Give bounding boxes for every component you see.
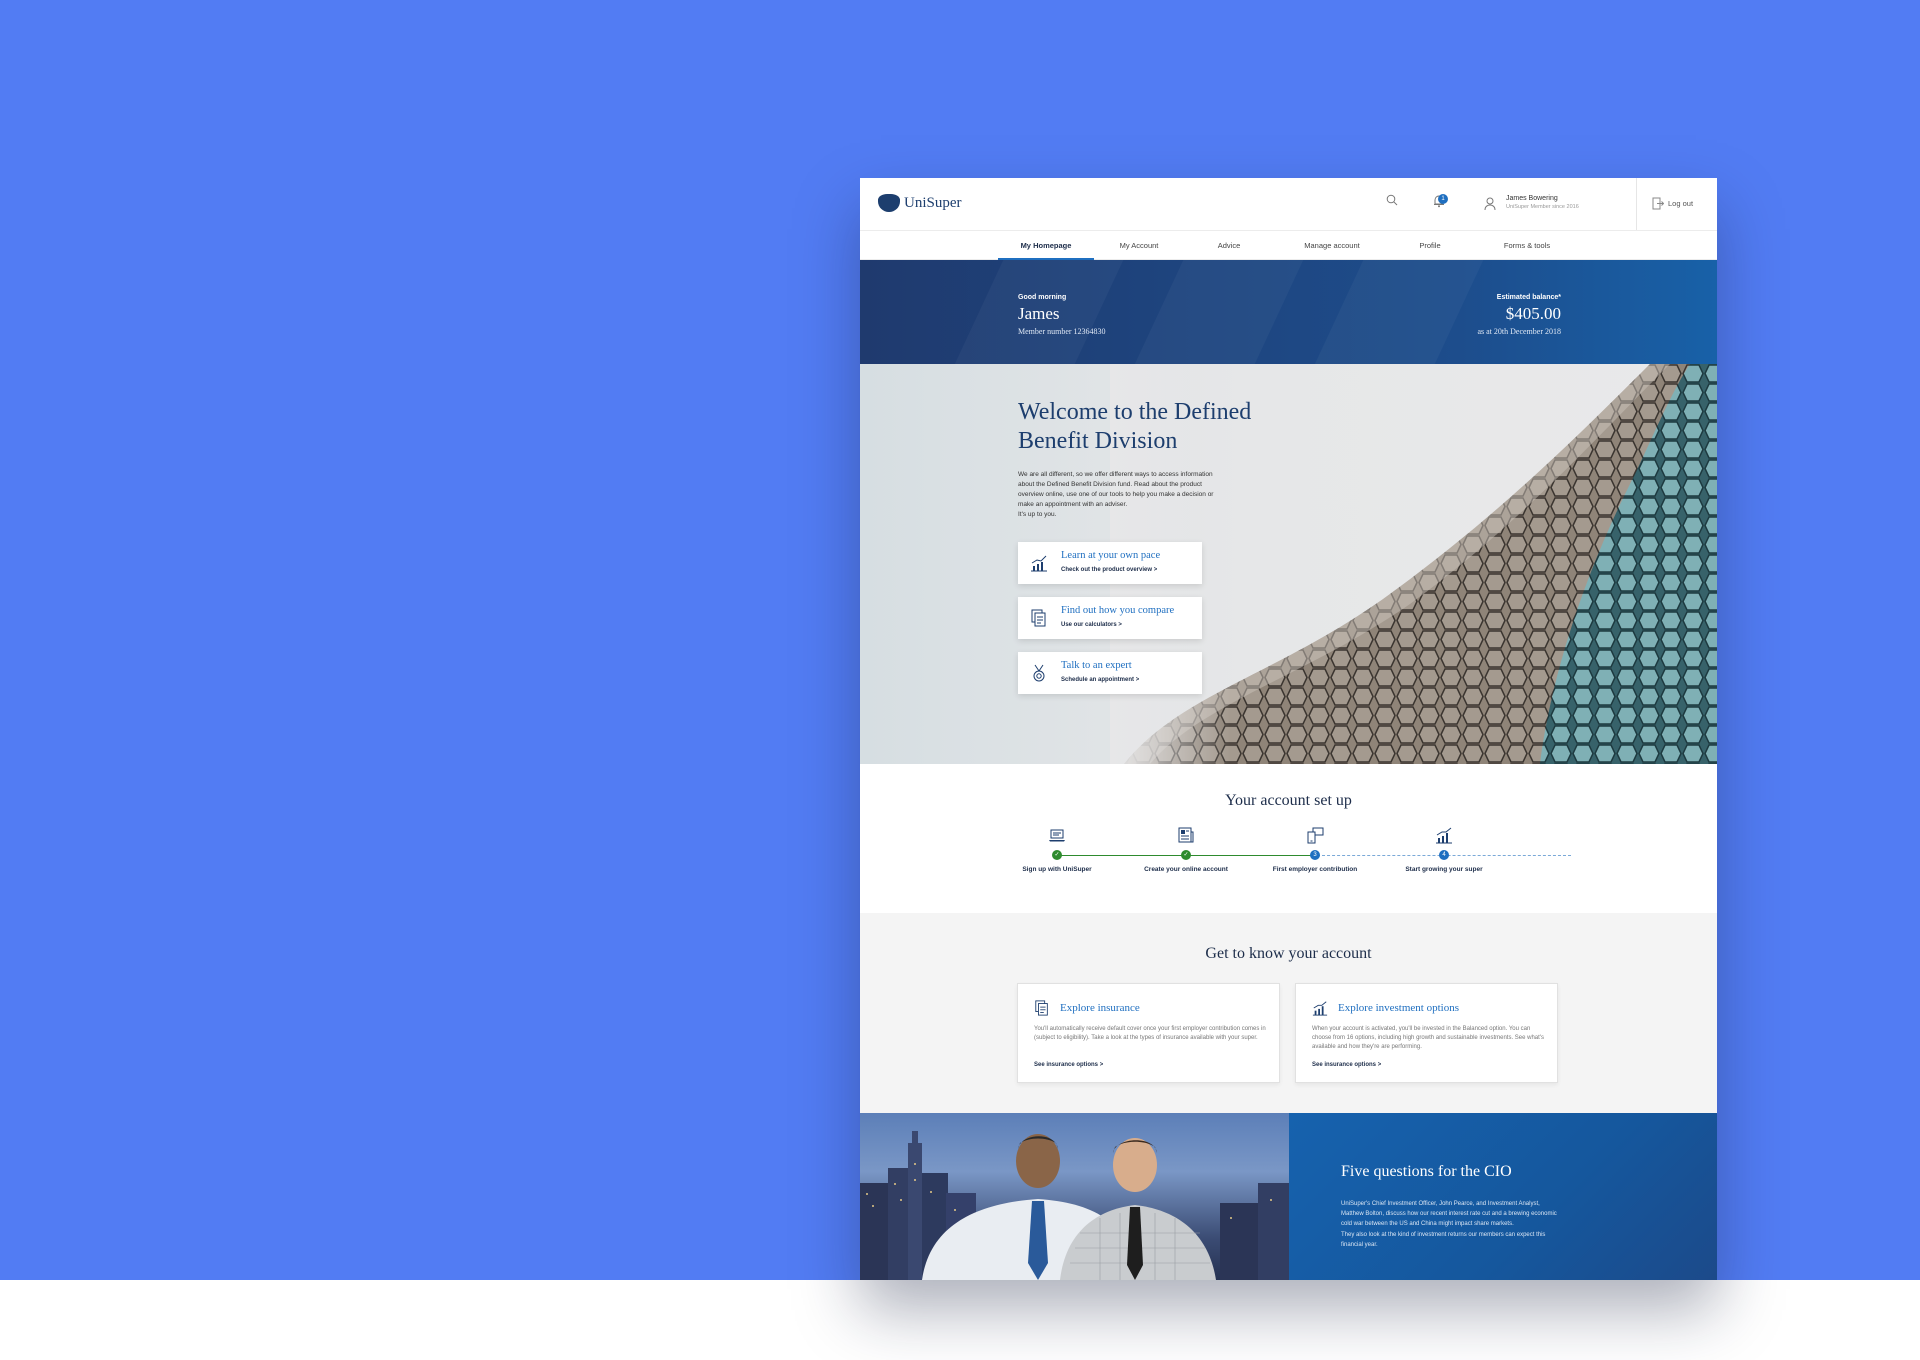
setup-step: 3 First employer contribution <box>1255 826 1375 873</box>
card-link-text: Check out the product overview <box>1061 567 1153 573</box>
hero-body-line: about the Defined Benefit Division fund.… <box>1018 481 1202 488</box>
card-link-text: Use our calculators <box>1061 622 1117 628</box>
card-body: You'll automatically receive default cov… <box>1034 1026 1266 1041</box>
nav-advice[interactable]: Advice <box>1184 231 1274 260</box>
cio-video-thumbnail[interactable] <box>860 1113 1289 1280</box>
balance-value: $405.00 <box>1505 304 1561 323</box>
chevron-right-icon: > <box>1377 1062 1382 1068</box>
website-mockup: UniSuper 1 James Bowering UniSuper Membe… <box>860 178 1717 1280</box>
user-name[interactable]: James Bowering <box>1506 195 1558 202</box>
newspaper-icon <box>1178 827 1194 843</box>
unisuper-logo-mark <box>878 194 900 212</box>
card-title: Find out how you compare <box>1061 605 1175 616</box>
greeting-banner: Good morning James Member number 1236483… <box>860 260 1717 364</box>
hero-body-line: overview online, use one of our tools to… <box>1018 491 1214 498</box>
get-to-know-title: Get to know your account <box>1205 945 1372 962</box>
step-number-marker: 3 <box>1310 850 1320 860</box>
card-link-text: See insurance options <box>1312 1062 1377 1068</box>
card-link[interactable]: See insurance options > <box>1034 1062 1103 1068</box>
site-header: UniSuper 1 James Bowering UniSuper Membe… <box>860 178 1717 230</box>
card-link[interactable]: Schedule an appointment > <box>1061 677 1139 683</box>
member-first-name: James <box>1018 304 1060 323</box>
card-body: When your account is activated, you'll b… <box>1312 1026 1544 1050</box>
growth-chart-icon <box>1312 1001 1328 1016</box>
laptop-icon <box>1049 829 1065 842</box>
expert-card[interactable]: Talk to an expert Schedule an appointmen… <box>1018 652 1202 694</box>
city-skyline-photo <box>860 1131 1289 1280</box>
hero-body-line: make an appointment with an adviser. <box>1018 501 1128 508</box>
card-link[interactable]: See insurance options > <box>1312 1062 1381 1068</box>
card-title: Explore investment options <box>1338 1002 1459 1014</box>
devices-icon <box>1307 827 1324 844</box>
nav-my-homepage[interactable]: My Homepage <box>998 231 1094 260</box>
nav-my-account[interactable]: My Account <box>1094 231 1184 260</box>
step-label: Sign up with UniSuper <box>1022 866 1092 873</box>
investment-card[interactable]: Explore investment options When your acc… <box>1295 983 1558 1083</box>
notification-badge: 1 <box>1438 194 1448 204</box>
step-label: Start growing your super <box>1405 866 1483 873</box>
chevron-right-icon: > <box>1118 622 1122 628</box>
card-link[interactable]: Use our calculators > <box>1061 622 1122 628</box>
balance-date: as at 20th December 2018 <box>1477 327 1561 336</box>
card-link-text: Schedule an appointment <box>1061 677 1135 683</box>
banner-decoration <box>1298 260 1502 364</box>
documents-icon <box>1031 609 1046 627</box>
card-link[interactable]: Check out the product overview > <box>1061 567 1157 573</box>
account-setup-section: Your account set up ✓ Sign up with UniSu… <box>860 764 1717 913</box>
cio-title: Five questions for the CIO <box>1341 1163 1512 1180</box>
step-label: First employer contribution <box>1272 866 1358 873</box>
logout-button[interactable]: Log out <box>1668 199 1693 208</box>
step-number-marker: 4 <box>1439 850 1449 860</box>
setup-step: ✓ Create your online account <box>1126 826 1246 873</box>
main-nav: My Homepage My Account Advice Manage acc… <box>860 230 1717 260</box>
growth-chart-icon <box>1031 555 1047 572</box>
header-divider <box>1636 178 1637 230</box>
card-link-text: See insurance options <box>1034 1062 1099 1068</box>
cio-paragraph: UniSuper's Chief Investment Officer, Joh… <box>1341 1201 1557 1227</box>
hero-section: Welcome to the Defined Benefit Division … <box>860 364 1717 764</box>
cio-description: UniSuper's Chief Investment Officer, Joh… <box>1341 1199 1561 1250</box>
step-complete-marker: ✓ <box>1052 850 1062 860</box>
medal-icon <box>1033 664 1045 682</box>
logout-icon[interactable] <box>1652 197 1664 210</box>
step-complete-marker: ✓ <box>1181 850 1191 860</box>
growth-chart-icon <box>1436 827 1452 844</box>
chevron-right-icon: > <box>1099 1062 1104 1068</box>
logo-text: UniSuper <box>904 194 962 211</box>
nav-profile[interactable]: Profile <box>1390 231 1470 260</box>
hero-body-line: It's up to you. <box>1018 511 1057 518</box>
hero-body-line: We are all different, so we offer differ… <box>1018 471 1213 478</box>
banner-decoration <box>1118 260 1322 364</box>
nav-manage-account[interactable]: Manage account <box>1274 231 1390 260</box>
nav-forms-tools[interactable]: Forms & tools <box>1470 231 1584 260</box>
compare-card[interactable]: Find out how you compare Use our calcula… <box>1018 597 1202 639</box>
insurance-card[interactable]: Explore insurance You'll automatically r… <box>1017 983 1280 1083</box>
hero-body: We are all different, so we offer differ… <box>1018 470 1233 520</box>
chevron-right-icon: > <box>1135 677 1140 683</box>
balance-label: Estimated balance* <box>1496 294 1561 301</box>
documents-icon <box>1035 1000 1048 1016</box>
hero-title: Welcome to the Defined Benefit Division <box>1018 399 1252 454</box>
learn-card[interactable]: Learn at your own pace Check out the pro… <box>1018 542 1202 584</box>
card-title: Learn at your own pace <box>1061 550 1161 561</box>
cio-feature: Five questions for the CIO UniSuper's Ch… <box>1289 1113 1717 1280</box>
page-floor <box>0 1280 1920 1360</box>
setup-title: Your account set up <box>1225 792 1352 809</box>
member-number: Member number 12364830 <box>1018 327 1106 336</box>
unisuper-logo[interactable]: UniSuper <box>878 194 962 212</box>
get-to-know-section: Get to know your account Explore insuran… <box>860 913 1717 1113</box>
member-since: UniSuper Member since 2016 <box>1506 204 1579 210</box>
card-title: Talk to an expert <box>1061 660 1132 671</box>
cio-paragraph: They also look at the kind of investment… <box>1341 1232 1546 1248</box>
card-title: Explore insurance <box>1060 1002 1140 1014</box>
greeting-salutation: Good morning <box>1018 294 1067 301</box>
chevron-right-icon: > <box>1153 567 1158 573</box>
user-icon[interactable] <box>1484 197 1496 211</box>
step-label: Create your online account <box>1144 866 1228 873</box>
search-icon[interactable] <box>1386 194 1398 206</box>
setup-step: ✓ Sign up with UniSuper <box>997 826 1117 873</box>
setup-step: 4 Start growing your super <box>1384 826 1504 873</box>
